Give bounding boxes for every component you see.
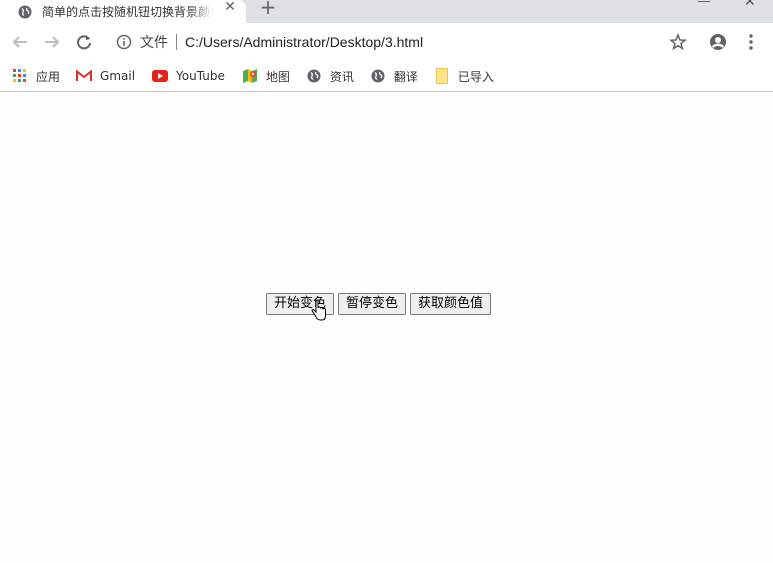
youtube-icon <box>152 68 169 84</box>
apps-grid-icon <box>12 68 28 84</box>
bookmark-label: 资讯 <box>329 69 354 84</box>
tab-title: 简单的点击按随机钮切换背景颜色 <box>42 5 214 19</box>
bookmark-gmail[interactable]: Gmail <box>76 64 135 88</box>
new-tab-icon[interactable]: + <box>258 0 278 18</box>
folder-icon <box>434 68 450 84</box>
bookmark-label: 已导入 <box>457 69 494 84</box>
button-group: 开始变色 暂停变色 获取颜色值 <box>266 293 492 315</box>
gmail-icon <box>76 68 93 84</box>
browser-toolbar: 文件 C:/Users/Administrator/Desktop/3.html <box>0 23 773 61</box>
url-text[interactable]: C:/Users/Administrator/Desktop/3.html <box>185 34 423 50</box>
active-tab[interactable]: 简单的点击按随机钮切换背景颜色 ✕ <box>0 0 246 23</box>
bookmark-news[interactable]: 资讯 <box>306 64 354 88</box>
forward-arrow-icon[interactable] <box>42 32 62 52</box>
window-close-icon[interactable]: ✕ <box>744 0 756 10</box>
bookmark-label: Gmail <box>100 69 136 83</box>
get-color-value-button[interactable]: 获取颜色值 <box>410 293 492 315</box>
tab-close-icon[interactable]: ✕ <box>223 0 237 16</box>
info-icon[interactable] <box>116 34 132 50</box>
address-bar[interactable]: 文件 C:/Users/Administrator/Desktop/3.html <box>104 27 704 57</box>
back-arrow-icon[interactable] <box>10 32 30 52</box>
mouse-pointer-icon <box>311 299 327 322</box>
page-content: 开始变色 暂停变色 获取颜色值 <box>0 93 773 563</box>
bookmark-imported[interactable]: 已导入 <box>434 64 494 88</box>
globe-icon <box>18 5 32 19</box>
bookmark-apps[interactable]: 应用 <box>12 64 60 88</box>
bookmark-youtube[interactable]: YouTube <box>152 64 225 88</box>
bookmark-label: 翻译 <box>393 69 418 84</box>
account-icon[interactable] <box>709 33 727 51</box>
kebab-menu-icon[interactable] <box>745 33 757 51</box>
bookmark-star-icon[interactable] <box>669 32 687 51</box>
bookmark-label: 地图 <box>265 69 290 84</box>
globe-icon <box>306 68 322 84</box>
bookmark-label: 应用 <box>36 69 61 84</box>
pause-color-change-button[interactable]: 暂停变色 <box>338 293 407 315</box>
bookmark-translate[interactable]: 翻译 <box>370 64 418 88</box>
reload-icon[interactable] <box>74 32 94 52</box>
address-divider <box>176 34 177 50</box>
tab-strip: 简单的点击按随机钮切换背景颜色 ✕ + ✕ <box>0 0 773 23</box>
maps-icon <box>242 68 258 84</box>
globe-icon <box>370 68 386 84</box>
bookmark-maps[interactable]: 地图 <box>242 64 290 88</box>
window-minimize-icon[interactable] <box>698 0 710 2</box>
scheme-label: 文件 <box>140 35 168 51</box>
bookmark-label: YouTube <box>176 69 225 83</box>
bookmarks-bar: 应用 Gmail YouTube 地图 资讯 翻译 已导入 <box>0 61 773 92</box>
